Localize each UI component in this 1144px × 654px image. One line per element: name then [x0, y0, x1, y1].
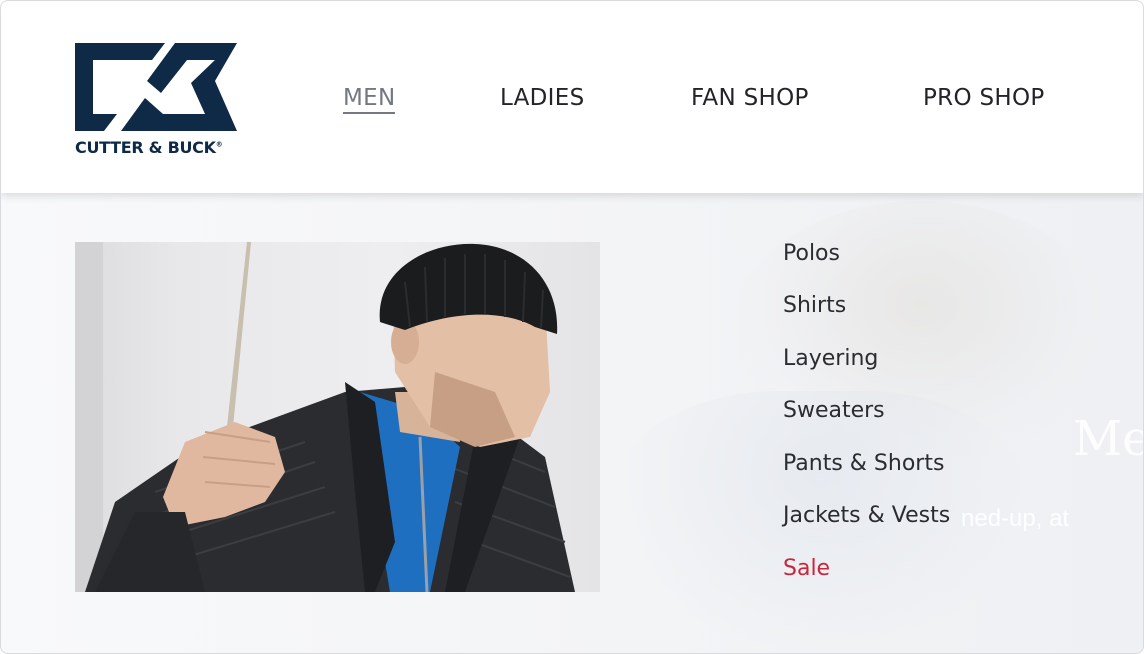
site-header: CUTTER & BUCK® MEN LADIES FAN SHOP PRO S… [1, 1, 1143, 193]
nav-fan-shop[interactable]: FAN SHOP [691, 85, 809, 111]
brand-logo[interactable]: CUTTER & BUCK® [75, 43, 245, 161]
hero-subtitle-fragment: ned-up, at [961, 505, 1070, 532]
brand-wordmark: CUTTER & BUCK® [75, 138, 223, 157]
nav-pro-shop[interactable]: PRO SHOP [923, 85, 1045, 111]
nav-men[interactable]: MEN [343, 85, 396, 114]
featured-product-image[interactable] [75, 242, 600, 592]
menu-item-layering[interactable]: Layering [783, 346, 878, 371]
menu-item-sweaters[interactable]: Sweaters [783, 398, 885, 423]
model-in-jacket-image [75, 242, 575, 592]
page-frame: Me ned-up, at CUTTER & BUCK® MEN LADIES … [0, 0, 1144, 654]
menu-item-sale[interactable]: Sale [783, 556, 830, 581]
menu-item-pants-shorts[interactable]: Pants & Shorts [783, 451, 944, 476]
nav-ladies[interactable]: LADIES [500, 85, 585, 111]
menu-item-shirts[interactable]: Shirts [783, 293, 846, 318]
menu-item-jackets-vests[interactable]: Jackets & Vests [783, 503, 950, 528]
cb-monogram-icon [75, 43, 237, 131]
hero-title-fragment: Me [1073, 411, 1144, 467]
menu-item-polos[interactable]: Polos [783, 241, 840, 266]
